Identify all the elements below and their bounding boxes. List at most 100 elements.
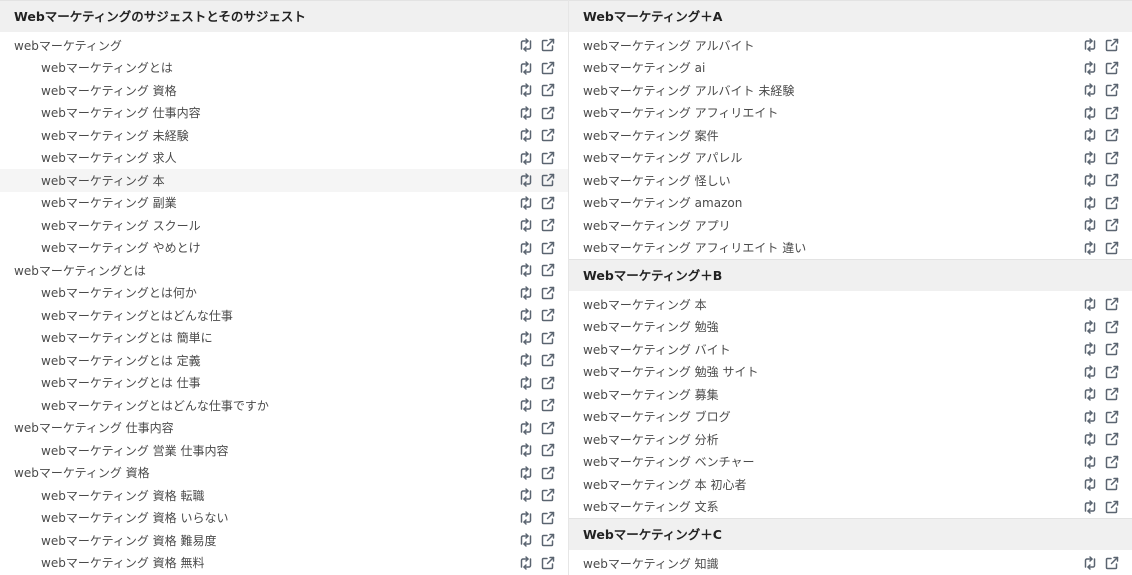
suggest-keyword[interactable]: webマーケティング amazon xyxy=(569,194,1082,211)
repeat-icon[interactable] xyxy=(518,105,534,121)
repeat-icon[interactable] xyxy=(518,375,534,391)
external-link-icon[interactable] xyxy=(540,60,556,76)
list-item[interactable]: webマーケティング 資格 xyxy=(0,79,568,102)
repeat-icon[interactable] xyxy=(1082,60,1098,76)
suggest-keyword[interactable]: webマーケティングとは xyxy=(0,59,518,76)
external-link-icon[interactable] xyxy=(1104,172,1120,188)
list-item[interactable]: webマーケティング やめとけ xyxy=(0,237,568,260)
suggest-keyword[interactable]: webマーケティングとは 定義 xyxy=(0,352,518,369)
external-link-icon[interactable] xyxy=(540,420,556,436)
external-link-icon[interactable] xyxy=(540,150,556,166)
repeat-icon[interactable] xyxy=(518,60,534,76)
external-link-icon[interactable] xyxy=(1104,296,1120,312)
suggest-keyword[interactable]: webマーケティング 資格 無料 xyxy=(0,554,518,571)
repeat-icon[interactable] xyxy=(518,217,534,233)
suggest-keyword[interactable]: webマーケティング アルバイト xyxy=(569,37,1082,54)
list-item[interactable]: webマーケティング ai xyxy=(569,57,1132,80)
suggest-keyword[interactable]: webマーケティング 案件 xyxy=(569,127,1082,144)
repeat-icon[interactable] xyxy=(1082,296,1098,312)
list-item[interactable]: webマーケティング 本 初心者 xyxy=(569,473,1132,496)
external-link-icon[interactable] xyxy=(540,442,556,458)
repeat-icon[interactable] xyxy=(518,127,534,143)
list-item[interactable]: webマーケティング xyxy=(0,34,568,57)
list-item[interactable]: webマーケティングとはどんな仕事ですか xyxy=(0,394,568,417)
suggest-keyword[interactable]: webマーケティング 文系 xyxy=(569,498,1082,515)
external-link-icon[interactable] xyxy=(1104,105,1120,121)
external-link-icon[interactable] xyxy=(1104,319,1120,335)
list-item[interactable]: webマーケティングとは 定義 xyxy=(0,349,568,372)
external-link-icon[interactable] xyxy=(540,105,556,121)
repeat-icon[interactable] xyxy=(518,150,534,166)
list-item[interactable]: webマーケティング 未経験 xyxy=(0,124,568,147)
external-link-icon[interactable] xyxy=(1104,37,1120,53)
repeat-icon[interactable] xyxy=(518,487,534,503)
suggest-keyword[interactable]: webマーケティング 分析 xyxy=(569,431,1082,448)
repeat-icon[interactable] xyxy=(518,307,534,323)
list-item[interactable]: webマーケティング 本 xyxy=(0,169,568,192)
external-link-icon[interactable] xyxy=(1104,499,1120,515)
list-item[interactable]: webマーケティング 資格 無料 xyxy=(0,552,568,575)
repeat-icon[interactable] xyxy=(1082,454,1098,470)
repeat-icon[interactable] xyxy=(1082,364,1098,380)
list-item[interactable]: webマーケティングとは xyxy=(0,259,568,282)
suggest-keyword[interactable]: webマーケティング 未経験 xyxy=(0,127,518,144)
list-item[interactable]: webマーケティング 文系 xyxy=(569,496,1132,519)
repeat-icon[interactable] xyxy=(1082,341,1098,357)
suggest-keyword[interactable]: webマーケティング 資格 xyxy=(0,464,518,481)
external-link-icon[interactable] xyxy=(1104,150,1120,166)
repeat-icon[interactable] xyxy=(518,195,534,211)
suggest-keyword[interactable]: webマーケティング 本 初心者 xyxy=(569,476,1082,493)
repeat-icon[interactable] xyxy=(518,442,534,458)
list-item[interactable]: webマーケティングとは 簡単に xyxy=(0,327,568,350)
external-link-icon[interactable] xyxy=(1104,555,1120,571)
repeat-icon[interactable] xyxy=(1082,172,1098,188)
list-item[interactable]: webマーケティング 仕事内容 xyxy=(0,102,568,125)
repeat-icon[interactable] xyxy=(518,37,534,53)
list-item[interactable]: webマーケティング 分析 xyxy=(569,428,1132,451)
repeat-icon[interactable] xyxy=(1082,499,1098,515)
suggest-keyword[interactable]: webマーケティング 副業 xyxy=(0,194,518,211)
external-link-icon[interactable] xyxy=(540,375,556,391)
suggest-keyword[interactable]: webマーケティング 勉強 サイト xyxy=(569,363,1082,380)
external-link-icon[interactable] xyxy=(1104,364,1120,380)
repeat-icon[interactable] xyxy=(1082,195,1098,211)
repeat-icon[interactable] xyxy=(518,240,534,256)
repeat-icon[interactable] xyxy=(1082,476,1098,492)
external-link-icon[interactable] xyxy=(1104,127,1120,143)
external-link-icon[interactable] xyxy=(540,510,556,526)
suggest-keyword[interactable]: webマーケティング 資格 難易度 xyxy=(0,532,518,549)
repeat-icon[interactable] xyxy=(518,172,534,188)
external-link-icon[interactable] xyxy=(540,262,556,278)
suggest-keyword[interactable]: webマーケティング 仕事内容 xyxy=(0,104,518,121)
repeat-icon[interactable] xyxy=(1082,386,1098,402)
list-item[interactable]: webマーケティング 資格 転職 xyxy=(0,484,568,507)
external-link-icon[interactable] xyxy=(540,240,556,256)
list-item[interactable]: webマーケティング アフィリエイト 違い xyxy=(569,237,1132,260)
suggest-keyword[interactable]: webマーケティング 資格 いらない xyxy=(0,509,518,526)
list-item[interactable]: webマーケティング 募集 xyxy=(569,383,1132,406)
suggest-keyword[interactable]: webマーケティング 勉強 xyxy=(569,318,1082,335)
external-link-icon[interactable] xyxy=(540,465,556,481)
list-item[interactable]: webマーケティング アフィリエイト xyxy=(569,102,1132,125)
repeat-icon[interactable] xyxy=(518,555,534,571)
list-item[interactable]: webマーケティングとはどんな仕事 xyxy=(0,304,568,327)
repeat-icon[interactable] xyxy=(1082,37,1098,53)
repeat-icon[interactable] xyxy=(518,532,534,548)
list-item[interactable]: webマーケティング 知識 xyxy=(569,552,1132,575)
external-link-icon[interactable] xyxy=(1104,476,1120,492)
repeat-icon[interactable] xyxy=(518,82,534,98)
external-link-icon[interactable] xyxy=(540,330,556,346)
suggest-keyword[interactable]: webマーケティング 資格 転職 xyxy=(0,487,518,504)
repeat-icon[interactable] xyxy=(518,352,534,368)
external-link-icon[interactable] xyxy=(540,217,556,233)
suggest-keyword[interactable]: webマーケティングとは xyxy=(0,262,518,279)
repeat-icon[interactable] xyxy=(518,285,534,301)
external-link-icon[interactable] xyxy=(540,285,556,301)
list-item[interactable]: webマーケティング 副業 xyxy=(0,192,568,215)
external-link-icon[interactable] xyxy=(540,82,556,98)
external-link-icon[interactable] xyxy=(540,352,556,368)
repeat-icon[interactable] xyxy=(518,262,534,278)
repeat-icon[interactable] xyxy=(518,510,534,526)
suggest-keyword[interactable]: webマーケティング アフィリエイト 違い xyxy=(569,239,1082,256)
external-link-icon[interactable] xyxy=(540,532,556,548)
